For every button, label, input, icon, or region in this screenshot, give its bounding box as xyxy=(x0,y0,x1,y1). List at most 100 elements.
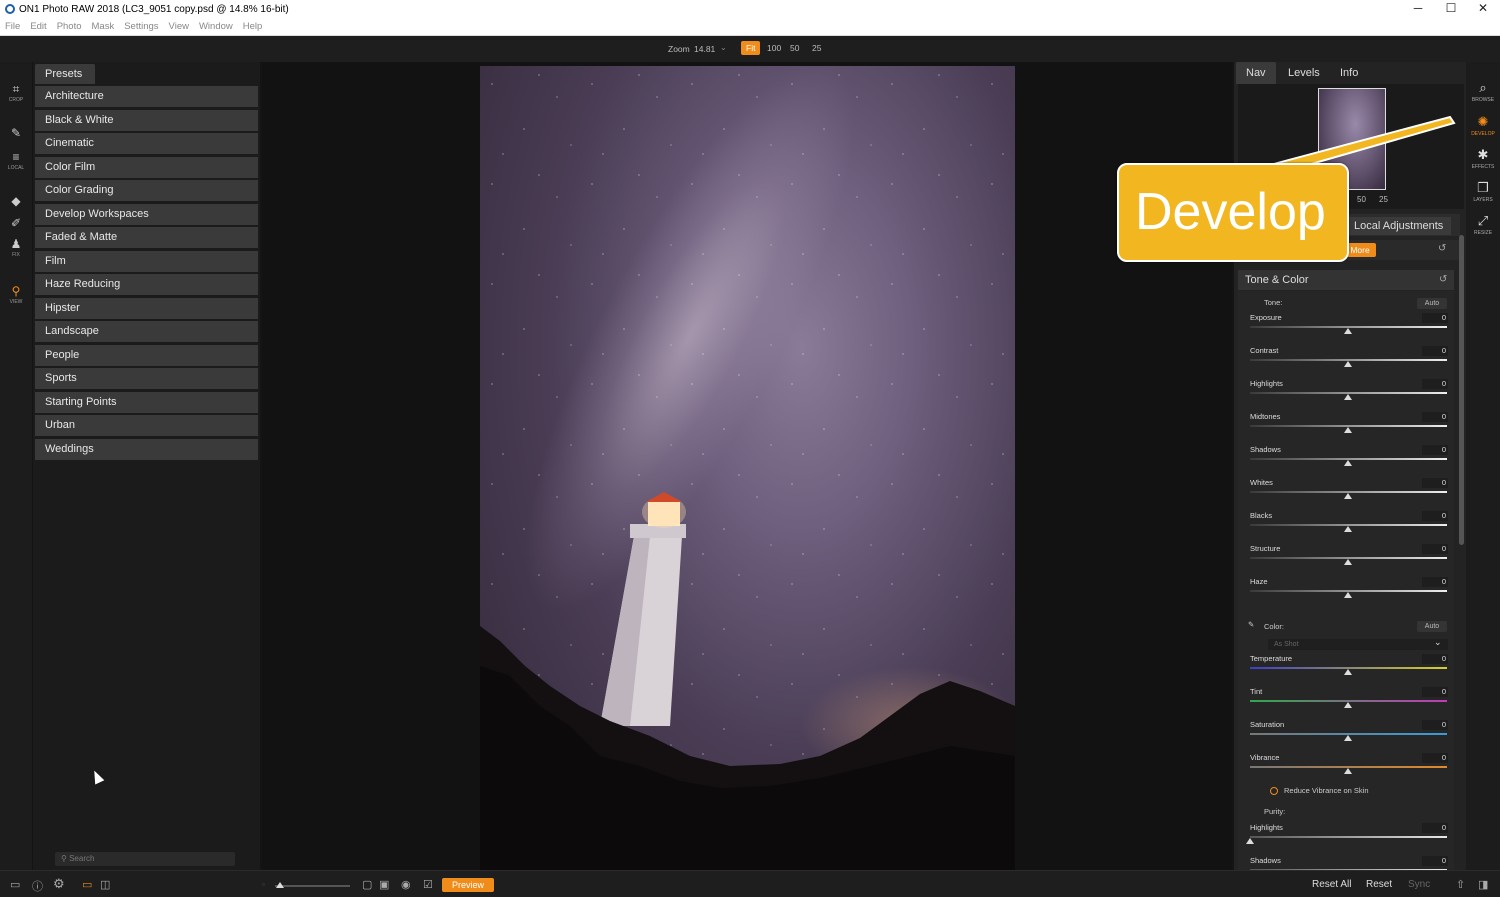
slider-value-field[interactable]: 0 xyxy=(1422,511,1448,521)
slider-thumb[interactable] xyxy=(1344,394,1352,400)
single-view-icon[interactable]: ▭ xyxy=(82,878,92,891)
menu-edit[interactable]: Edit xyxy=(30,21,46,32)
preset-item[interactable]: Sports xyxy=(35,368,258,389)
white-balance-select[interactable]: As Shot xyxy=(1268,639,1448,650)
zoom-25-button[interactable]: 25 xyxy=(807,41,826,55)
preset-item[interactable]: Color Grading xyxy=(35,180,258,201)
slider-value-field[interactable]: 0 xyxy=(1422,379,1448,389)
slider-thumb[interactable] xyxy=(1344,361,1352,367)
maximize-button[interactable]: ☐ xyxy=(1434,0,1468,18)
slider-thumb[interactable] xyxy=(1344,427,1352,433)
eyedropper-icon[interactable]: ✎ xyxy=(1248,620,1254,629)
circle-mask-icon[interactable]: ◉ xyxy=(401,878,411,891)
sync-button[interactable]: Sync xyxy=(1408,878,1430,892)
preset-item[interactable]: Architecture xyxy=(35,86,258,107)
reset-tone-color-icon[interactable]: ↺ xyxy=(1439,274,1447,285)
slider-thumb[interactable] xyxy=(1344,328,1352,334)
preset-item[interactable]: Black & White xyxy=(35,110,258,131)
minimize-button[interactable]: ─ xyxy=(1401,0,1435,18)
module-resize[interactable]: ⤢ RESIZE xyxy=(1466,213,1500,236)
slider-track[interactable] xyxy=(1250,836,1447,838)
slider-thumb[interactable] xyxy=(1344,559,1352,565)
panel-scrollbar[interactable] xyxy=(1459,235,1464,545)
reset-button[interactable]: Reset xyxy=(1366,878,1392,892)
image-canvas[interactable] xyxy=(262,62,1232,870)
tone-auto-button[interactable]: Auto xyxy=(1417,298,1447,309)
tab-levels[interactable]: Levels xyxy=(1278,62,1330,84)
menu-file[interactable]: File xyxy=(5,21,20,32)
zoom-out-icon[interactable]: ▫ xyxy=(262,880,265,889)
menu-photo[interactable]: Photo xyxy=(57,21,82,32)
zoom-value[interactable]: 14.81 xyxy=(694,44,715,54)
fix-tool[interactable]: ♟ FIX xyxy=(0,237,32,258)
slider-value-field[interactable]: 0 xyxy=(1422,654,1448,664)
thumbnail-size-slider[interactable] xyxy=(275,885,350,887)
tab-info[interactable]: Info xyxy=(1330,62,1368,84)
slider-value-field[interactable]: 0 xyxy=(1422,478,1448,488)
tone-color-header[interactable]: Tone & Color xyxy=(1238,270,1454,290)
preset-item[interactable]: Haze Reducing xyxy=(35,274,258,295)
menu-window[interactable]: Window xyxy=(199,21,233,32)
slider-value-field[interactable]: 0 xyxy=(1422,687,1448,697)
slider-value-field[interactable]: 0 xyxy=(1422,720,1448,730)
brush-tool[interactable]: ✎ xyxy=(0,126,32,140)
eraser-tool[interactable]: ◆ xyxy=(0,194,32,208)
menu-settings[interactable]: Settings xyxy=(124,21,158,32)
preset-search-input[interactable]: ⚲ Search xyxy=(55,852,235,866)
zoom-100-button[interactable]: 100 xyxy=(762,41,786,55)
slider-value-field[interactable]: 0 xyxy=(1422,856,1448,866)
gear-icon[interactable]: ⚙ xyxy=(53,876,65,892)
slider-thumb[interactable] xyxy=(1246,838,1254,844)
preview-button[interactable]: Preview xyxy=(442,878,494,892)
preset-item[interactable]: People xyxy=(35,345,258,366)
menu-help[interactable]: Help xyxy=(243,21,263,32)
module-develop[interactable]: ✺ DEVELOP xyxy=(1466,114,1500,137)
slider-value-field[interactable]: 0 xyxy=(1422,313,1448,323)
text-overlay-icon[interactable]: ▣ xyxy=(379,878,389,891)
panel-toggle-icon[interactable]: ▭ xyxy=(10,878,20,891)
preset-item[interactable]: Develop Workspaces xyxy=(35,204,258,225)
preset-item[interactable]: Hipster xyxy=(35,298,258,319)
preset-item[interactable]: Starting Points xyxy=(35,392,258,413)
thumbnail-size-thumb[interactable] xyxy=(276,882,284,888)
tab-nav[interactable]: Nav xyxy=(1236,62,1276,84)
slider-value-field[interactable]: 0 xyxy=(1422,544,1448,554)
module-browse[interactable]: ⌕ BROWSE xyxy=(1466,80,1500,103)
zoom-dropdown-icon[interactable]: ⌄ xyxy=(720,43,727,52)
tab-local-adjustments[interactable]: Local Adjustments xyxy=(1346,217,1452,235)
panel-right-icon[interactable]: ◨ xyxy=(1478,878,1488,891)
presets-tab[interactable]: Presets xyxy=(35,64,95,84)
help-icon[interactable]: ⓘ xyxy=(32,878,43,894)
slider-thumb[interactable] xyxy=(1344,702,1352,708)
preset-item[interactable]: Faded & Matte xyxy=(35,227,258,248)
slider-thumb[interactable] xyxy=(1344,526,1352,532)
preset-item[interactable]: Color Film xyxy=(35,157,258,178)
color-auto-button[interactable]: Auto xyxy=(1417,621,1447,632)
nav-zoom-50[interactable]: 50 xyxy=(1357,195,1366,204)
zoom-50-button[interactable]: 50 xyxy=(785,41,804,55)
reduce-vibrance-checkbox[interactable] xyxy=(1270,787,1278,795)
nav-zoom-25[interactable]: 25 xyxy=(1379,195,1388,204)
slider-value-field[interactable]: 0 xyxy=(1422,753,1448,763)
view-tool[interactable]: ⚲ VIEW xyxy=(0,284,32,305)
chevron-down-icon[interactable]: ⌄ xyxy=(1434,637,1442,648)
reset-panel-icon[interactable]: ↺ xyxy=(1438,243,1446,254)
preset-item[interactable]: Film xyxy=(35,251,258,272)
slider-value-field[interactable]: 0 xyxy=(1422,412,1448,422)
preset-item[interactable]: Landscape xyxy=(35,321,258,342)
slider-value-field[interactable]: 0 xyxy=(1422,346,1448,356)
module-effects[interactable]: ✱ EFFECTS xyxy=(1466,147,1500,170)
crop-tool[interactable]: ⌗ CROP xyxy=(0,82,32,103)
slider-thumb[interactable] xyxy=(1344,669,1352,675)
module-layers[interactable]: ❐ LAYERS xyxy=(1466,180,1500,203)
checklist-icon[interactable]: ☑ xyxy=(423,878,433,891)
close-button[interactable]: ✕ xyxy=(1466,0,1500,18)
slider-thumb[interactable] xyxy=(1344,460,1352,466)
preset-item[interactable]: Cinematic xyxy=(35,133,258,154)
local-tool[interactable]: ≡ LOCAL xyxy=(0,150,32,171)
slider-thumb[interactable] xyxy=(1344,493,1352,499)
reset-all-button[interactable]: Reset All xyxy=(1312,878,1351,892)
menu-view[interactable]: View xyxy=(169,21,189,32)
menu-mask[interactable]: Mask xyxy=(92,21,115,32)
slider-thumb[interactable] xyxy=(1344,735,1352,741)
